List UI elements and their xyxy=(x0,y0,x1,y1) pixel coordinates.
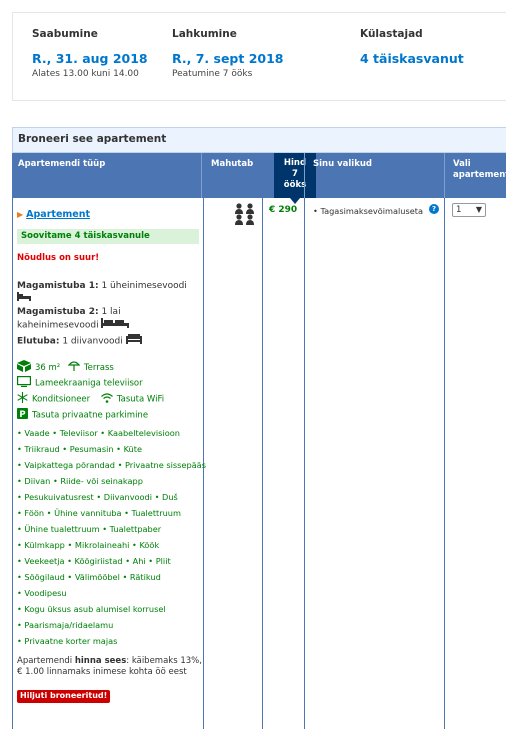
bedroom-2-label: Magamistuba 2: xyxy=(17,307,99,317)
area-cube-icon xyxy=(17,360,31,375)
guests-summary: Külastajad 4 täiskasvanut xyxy=(360,28,464,67)
apartment-name[interactable]: ▶ Apartement xyxy=(17,209,90,220)
bedroom-1: Magamistuba 1: 1 üheinimesevoodi xyxy=(17,280,187,305)
guests-value[interactable]: 4 täiskasvanut xyxy=(360,51,464,67)
amenity-line: • Föön • Ühine vannituba • Tualettruum xyxy=(17,508,181,518)
header-select-line2: apartement xyxy=(453,170,506,180)
snowflake-icon xyxy=(17,392,28,406)
umbrella-icon xyxy=(67,360,81,375)
amenity-line: • Veekeetja • Köögiriistad • Ahi • Pliit xyxy=(17,556,171,566)
svg-text:P: P xyxy=(19,410,25,419)
amenity-line: • Kogu üksus asub alumisel korrusel xyxy=(17,604,166,614)
cancellation-policy: • Tagasimaksevõimaluseta xyxy=(313,206,424,216)
bedroom-2-value-b: kaheinimesevoodi xyxy=(17,320,99,331)
amenity-line: • Pesukuivatusrest • Diivanvoodi • Duš xyxy=(17,492,178,502)
bedroom-2: Magamistuba 2: 1 lai kaheinimesevoodi xyxy=(17,306,197,332)
price-value: € 290 xyxy=(269,205,298,215)
recommendation-badge: Soovitame 4 täiskasvanule xyxy=(17,229,199,244)
amenity-line: • Vaipkattega põrandad • Privaatne sisse… xyxy=(17,460,206,470)
select-value: 1 xyxy=(456,205,462,215)
facility-area-terrace: 36 m² Terrass xyxy=(17,360,114,374)
terrace-label: Terrass xyxy=(83,363,114,373)
triangle-right-icon: ▶ xyxy=(17,210,24,219)
price-included-note: Apartemendi hinna sees: käibemaks 13%, €… xyxy=(17,656,202,678)
area-value: 36 m² xyxy=(35,363,61,373)
apartment-link[interactable]: Apartement xyxy=(26,209,90,220)
booking-section-title: Broneeri see apartement xyxy=(12,127,506,153)
high-demand-notice: Nõudlus on suur! xyxy=(17,253,100,263)
column-divider xyxy=(444,198,445,729)
amenity-line: • Paarismaja/ridaelamu xyxy=(17,620,114,630)
guests-capacity-icon xyxy=(234,203,256,229)
checkout-date[interactable]: R., 7. sept 2018 xyxy=(172,51,284,67)
parking-label: Tasuta privaatne parkimine xyxy=(32,410,149,421)
header-apartment-type: Apartemendi tüüp xyxy=(18,159,106,169)
double-bed-icon xyxy=(101,318,130,332)
sofa-bed-icon xyxy=(125,334,142,348)
table-header: Apartemendi tüüp Mahutab Hind 7 ööks Sin… xyxy=(12,153,506,204)
amenity-line: • Söögilaud • Välimööbel • Rätikud xyxy=(17,572,161,582)
checkin-date[interactable]: R., 31. aug 2018 xyxy=(32,51,148,67)
policy-text: Tagasimaksevõimaluseta xyxy=(320,206,424,216)
wifi-label: Tasuta WiFi xyxy=(116,394,165,405)
amenity-line: • Ühine tualettruum • Tualettpaber xyxy=(17,524,162,534)
tv-label: Lameekraaniga televiisor xyxy=(35,378,143,389)
living-room: Elutuba: 1 diivanvoodi xyxy=(17,334,142,348)
living-room-value: 1 diivanvoodi xyxy=(62,336,123,347)
facility-aircon-wifi: Konditsioneer Tasuta WiFi xyxy=(17,392,164,406)
single-bed-icon xyxy=(17,292,31,305)
amenity-line: • Diivan • Riide- või seinakapp xyxy=(17,476,143,486)
column-divider xyxy=(262,198,263,729)
column-divider xyxy=(12,198,13,729)
caret-down-icon: ▼ xyxy=(475,205,482,214)
bedroom-1-label: Magamistuba 1: xyxy=(17,281,99,291)
tv-icon xyxy=(17,376,32,390)
apartment-quantity-select[interactable]: 1 ▼ xyxy=(452,203,486,217)
included-prefix: Apartemendi xyxy=(17,656,73,666)
guests-label: Külastajad xyxy=(360,28,423,40)
included-bold: hinna sees xyxy=(74,656,127,666)
header-capacity: Mahutab xyxy=(201,153,274,198)
amenity-line: • Privaatne korter majas xyxy=(17,636,118,646)
amenity-line: • Voodipesu xyxy=(17,588,67,598)
info-icon[interactable]: ? xyxy=(429,204,439,214)
living-room-label: Elutuba: xyxy=(17,336,60,347)
amenity-line: • Triikraud • Pesumasin • Küte xyxy=(17,444,142,454)
bedroom-2-value-a: 1 lai xyxy=(101,307,121,317)
aircon-label: Konditsioneer xyxy=(32,394,91,405)
checkin-time: Alates 13.00 kuni 14.00 xyxy=(32,69,139,79)
facility-tv: Lameekraaniga televiisor xyxy=(17,376,143,390)
header-select: Vali apartement xyxy=(444,153,506,198)
checkout-label: Lahkumine xyxy=(172,28,237,40)
stay-length: Peatumine 7 ööks xyxy=(172,69,253,79)
checkout-summary: Lahkumine R., 7. sept 2018 Peatumine 7 ö… xyxy=(172,28,284,79)
column-divider xyxy=(304,198,305,729)
wifi-icon xyxy=(100,392,113,406)
parking-icon: P xyxy=(17,408,28,422)
header-your-options: Sinu valikud xyxy=(304,153,444,198)
amenity-line: • Külmkapp • Mikrolaineahi • Köök xyxy=(17,540,160,550)
amenity-line: • Vaade • Televiisor • Kaabeltelevisioon xyxy=(17,428,180,438)
checkin-summary: Saabumine R., 31. aug 2018 Alates 13.00 … xyxy=(32,28,148,79)
facility-parking: P Tasuta privaatne parkimine xyxy=(17,408,148,422)
booking-summary: Saabumine R., 31. aug 2018 Alates 13.00 … xyxy=(12,12,506,101)
header-select-line1: Vali xyxy=(453,159,471,169)
checkin-label: Saabumine xyxy=(32,28,98,40)
bedroom-1-value: 1 üheinimesevoodi xyxy=(101,281,187,291)
recently-booked-badge: Hiljuti broneeritud! xyxy=(17,690,111,703)
